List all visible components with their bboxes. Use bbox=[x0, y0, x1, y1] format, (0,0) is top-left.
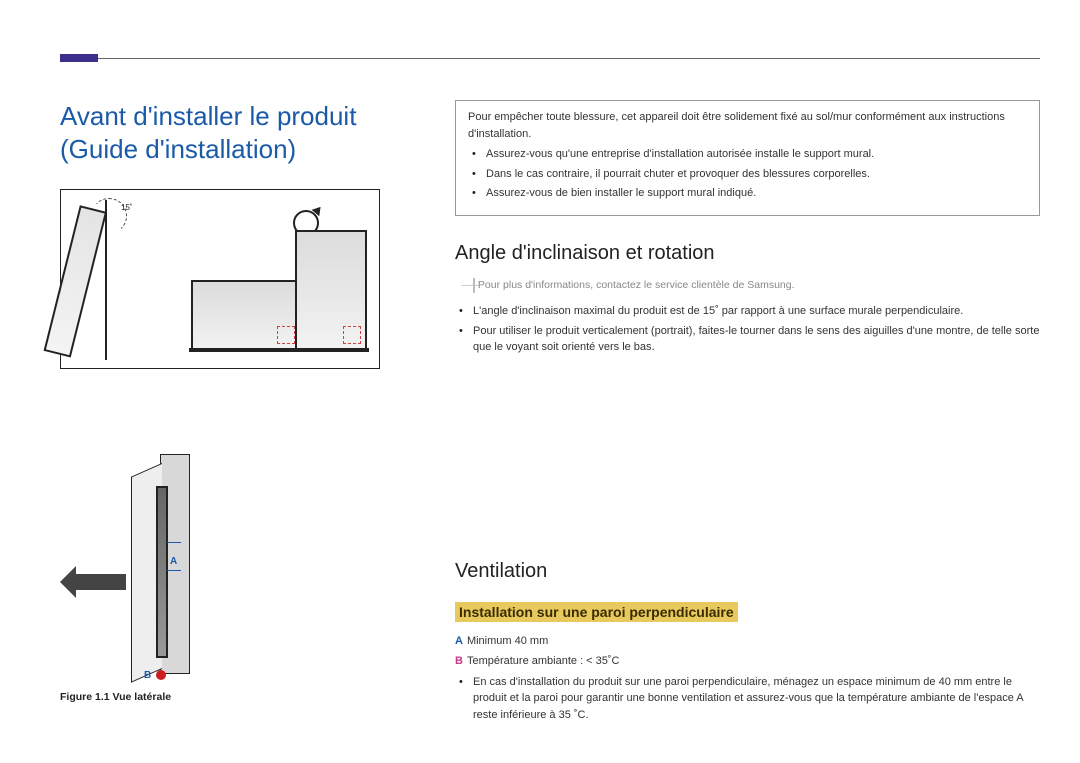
list-item: Dans le cas contraire, il pourrait chute… bbox=[486, 166, 1027, 183]
side-view-diagram: A B Figure 1.1 Vue latérale bbox=[60, 454, 430, 714]
list-item: L'angle d'inclinaison maximal du produit… bbox=[473, 303, 1040, 320]
ventilation-heading: Ventilation bbox=[455, 556, 1040, 586]
angle-note: Pour plus d'informations, contactez le s… bbox=[473, 278, 795, 294]
list-item: Pour utiliser le produit verticalement (… bbox=[473, 323, 1040, 356]
page-title: Avant d'installer le produit (Guide d'in… bbox=[60, 100, 430, 165]
right-column: Pour empêcher toute blessure, cet appare… bbox=[455, 100, 1040, 726]
list-item: En cas d'installation du produit sur une… bbox=[473, 674, 1040, 724]
angle-bullet-list: L'angle d'inclinaison maximal du produit… bbox=[455, 303, 1040, 356]
left-column: Avant d'installer le produit (Guide d'in… bbox=[60, 100, 430, 714]
ventilation-bullet-list: En cas d'installation du produit sur une… bbox=[455, 674, 1040, 724]
list-item: Assurez-vous de bien installer le suppor… bbox=[486, 185, 1027, 202]
dot-b-icon bbox=[156, 670, 166, 680]
angle-heading: Angle d'inclinaison et rotation bbox=[455, 238, 1040, 268]
ventilation-subheading: Installation sur une paroi perpendiculai… bbox=[455, 602, 1040, 623]
warning-box: Pour empêcher toute blessure, cet appare… bbox=[455, 100, 1040, 216]
header-rule bbox=[60, 58, 1040, 59]
spec-a: AMinimum 40 mm bbox=[455, 633, 1040, 650]
tilt-rotation-diagram: 15˚ bbox=[60, 189, 380, 369]
figure-caption: Figure 1.1 Vue latérale bbox=[60, 690, 171, 706]
arrow-left-icon bbox=[76, 574, 126, 590]
warning-bullet-list: Assurez-vous qu'une entreprise d'install… bbox=[468, 146, 1027, 202]
list-item: Assurez-vous qu'une entreprise d'install… bbox=[486, 146, 1027, 163]
warning-intro: Pour empêcher toute blessure, cet appare… bbox=[468, 109, 1027, 142]
angle-label: 15˚ bbox=[121, 202, 133, 214]
label-a: A bbox=[170, 554, 177, 569]
spec-b: BTempérature ambiante : < 35˚C bbox=[455, 653, 1040, 670]
label-b: B bbox=[144, 668, 151, 683]
